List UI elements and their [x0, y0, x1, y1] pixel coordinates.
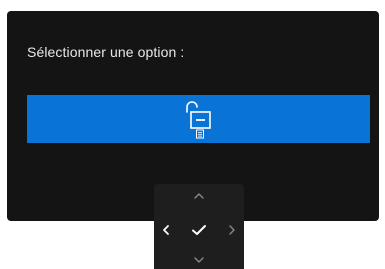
chevron-up-icon: [194, 193, 204, 199]
unlock-icon: [182, 97, 218, 139]
nav-down-button[interactable]: [188, 249, 210, 269]
nav-right-button[interactable]: [220, 219, 242, 241]
nav-left-button[interactable]: [156, 219, 178, 241]
chevron-down-icon: [194, 257, 204, 263]
checkmark-icon: [192, 225, 206, 235]
chevron-right-icon: [229, 225, 235, 235]
nav-up-button[interactable]: [188, 185, 210, 207]
chevron-left-icon: [163, 225, 169, 235]
prompt-label: Sélectionner une option :: [27, 44, 185, 60]
nav-ok-button[interactable]: [188, 219, 210, 241]
screen: Sélectionner une option :: [0, 0, 385, 269]
